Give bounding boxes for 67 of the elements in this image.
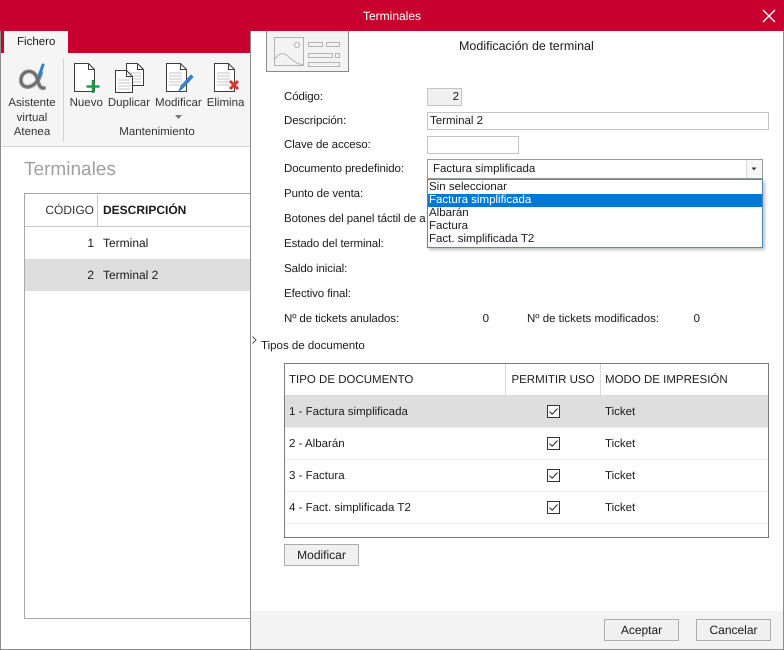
section-title: Tipos de documento bbox=[261, 340, 365, 352]
ribbon-button[interactable]: Asistente virtual bbox=[3, 62, 61, 126]
dropdown-option[interactable]: Sin seleccionar bbox=[428, 181, 762, 194]
window-title: Terminales bbox=[362, 8, 422, 22]
table-cell-text: Ticket bbox=[604, 438, 636, 450]
column-header: TIPO DE DOCUMENTO bbox=[285, 364, 506, 395]
table-cell-text: Terminal bbox=[102, 236, 148, 250]
checkbox[interactable] bbox=[547, 469, 560, 482]
accept-button[interactable]: Aceptar bbox=[604, 619, 679, 641]
count-value: 0 bbox=[482, 312, 490, 324]
text-field[interactable]: Terminal 2 bbox=[427, 112, 769, 130]
field-label: Documento predefinido: bbox=[284, 163, 405, 175]
table-cell-text: 2 - Albarán bbox=[288, 438, 346, 450]
table-cell-text: Ticket bbox=[604, 502, 636, 514]
column-header: DESCRIPCIÓN bbox=[102, 202, 186, 219]
field-label: Nº de tickets anulados: bbox=[284, 312, 400, 324]
documents-icon bbox=[112, 62, 145, 94]
dropdown-option[interactable]: Albarán bbox=[428, 207, 762, 220]
table-row[interactable]: 2 Terminal 2 bbox=[25, 259, 250, 291]
ribbon-tab[interactable]: Fichero bbox=[4, 31, 68, 53]
table-row[interactable]: 2 - Albarán Ticket bbox=[285, 428, 768, 460]
table-row[interactable]: 1 Terminal bbox=[25, 227, 250, 259]
field-label: Descripción: bbox=[284, 115, 348, 127]
table-row[interactable]: 4 - Fact. simplificada T2 Ticket bbox=[285, 492, 768, 524]
ribbon-button[interactable]: Elimina bbox=[204, 62, 246, 126]
table-cell-text: Terminal 2 bbox=[102, 268, 158, 282]
ribbon-button[interactable]: Duplicar bbox=[106, 62, 152, 126]
group-label: Atenea bbox=[14, 126, 50, 140]
field-label: Saldo inicial: bbox=[284, 262, 348, 274]
count-value: 0 bbox=[692, 312, 701, 324]
checkbox[interactable] bbox=[547, 501, 560, 514]
table-row[interactable]: 3 - Factura Ticket bbox=[285, 460, 768, 492]
group-label: Mantenimiento bbox=[119, 126, 195, 140]
field-label: Nº de tickets modificados: bbox=[527, 312, 660, 324]
table-cell-text: 4 - Fact. simplificada T2 bbox=[288, 502, 412, 514]
field-label: Efectivo final: bbox=[284, 288, 352, 300]
page-title: Terminales bbox=[24, 159, 117, 182]
field-label: Botones del panel táctil de a bbox=[284, 212, 427, 224]
table-cell-text: 3 - Factura bbox=[288, 470, 346, 482]
field-label: Clave de acceso: bbox=[284, 139, 372, 151]
close-button[interactable] bbox=[762, 8, 776, 22]
table-cell-text: 2 bbox=[86, 268, 95, 282]
close-icon bbox=[762, 8, 776, 22]
ribbon-button[interactable]: Nuevo bbox=[68, 62, 105, 126]
cancel-button[interactable]: Cancelar bbox=[696, 619, 771, 641]
modify-button[interactable]: Modificar bbox=[284, 544, 359, 566]
checkbox[interactable] bbox=[547, 437, 560, 450]
table-cell-text: 1 bbox=[86, 236, 95, 250]
dropdown-option[interactable]: Factura bbox=[428, 220, 762, 233]
field-label: Punto de venta: bbox=[284, 188, 364, 200]
input-field[interactable] bbox=[427, 136, 519, 154]
dialog-title: Modificación de terminal bbox=[459, 38, 594, 55]
column-header: CÓDIGO bbox=[25, 194, 98, 226]
table-row[interactable]: 1 - Factura simplificada Ticket bbox=[285, 396, 768, 428]
chevron-icon[interactable] bbox=[252, 336, 257, 344]
dropdown-option[interactable]: Fact. simplificada T2 bbox=[428, 233, 762, 246]
checkbox[interactable] bbox=[547, 405, 560, 418]
dropdown-option[interactable]: Factura simplificada bbox=[428, 194, 762, 207]
field-label: Código: bbox=[284, 91, 324, 103]
column-header: PERMITIR USO bbox=[506, 364, 601, 395]
column-header: MODO DE IMPRESIÓN bbox=[604, 372, 728, 388]
select-field[interactable]: Factura simplificada bbox=[427, 159, 763, 179]
ribbon-button[interactable]: Modificar bbox=[153, 62, 204, 126]
table-cell-text: Ticket bbox=[604, 406, 636, 418]
table-cell-text: Ticket bbox=[604, 470, 636, 482]
table-cell-text: 1 - Factura simplificada bbox=[288, 406, 409, 418]
field-label: Estado del terminal: bbox=[284, 238, 385, 250]
